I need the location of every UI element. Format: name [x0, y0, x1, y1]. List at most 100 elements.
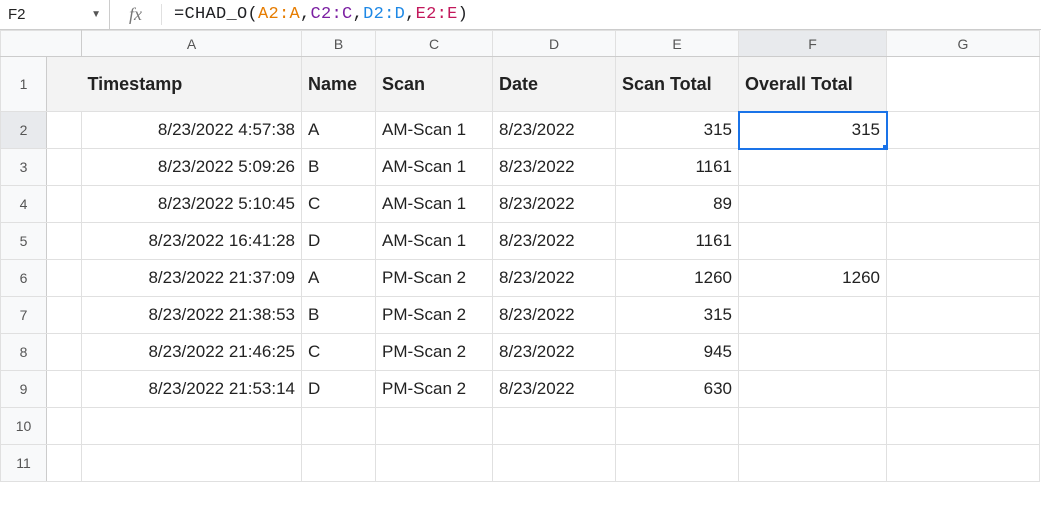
cell[interactable]: 8/23/2022 — [493, 371, 616, 408]
row-header[interactable]: 1 — [1, 57, 47, 112]
cell[interactable]: 8/23/2022 — [493, 186, 616, 223]
cell[interactable]: 8/23/2022 — [493, 223, 616, 260]
cell[interactable]: AM-Scan 1 — [376, 149, 493, 186]
cell[interactable]: 8/23/2022 21:46:25 — [82, 334, 302, 371]
cell[interactable] — [887, 112, 1040, 149]
cell[interactable] — [47, 371, 82, 408]
cell[interactable] — [376, 408, 493, 445]
cell[interactable]: PM-Scan 2 — [376, 371, 493, 408]
select-all-corner[interactable] — [1, 31, 82, 57]
cell[interactable]: 315 — [616, 112, 739, 149]
cell[interactable] — [302, 445, 376, 482]
cell[interactable] — [887, 408, 1040, 445]
cell[interactable]: 89 — [616, 186, 739, 223]
cell[interactable] — [82, 445, 302, 482]
col-header-f[interactable]: F — [739, 31, 887, 57]
row-header[interactable]: 10 — [1, 408, 47, 445]
cell[interactable] — [47, 334, 82, 371]
col-header-e[interactable]: E — [616, 31, 739, 57]
row-header[interactable]: 9 — [1, 371, 47, 408]
cell[interactable] — [739, 297, 887, 334]
cell[interactable] — [493, 445, 616, 482]
cell[interactable] — [887, 57, 1040, 112]
cell[interactable]: 8/23/2022 21:38:53 — [82, 297, 302, 334]
row-header[interactable]: 5 — [1, 223, 47, 260]
cell[interactable]: 1161 — [616, 223, 739, 260]
cell[interactable] — [302, 408, 376, 445]
cell[interactable] — [739, 149, 887, 186]
cell[interactable]: AM-Scan 1 — [376, 186, 493, 223]
cell[interactable] — [887, 334, 1040, 371]
cell[interactable] — [887, 223, 1040, 260]
cell[interactable]: 8/23/2022 — [493, 334, 616, 371]
cell[interactable]: 1260 — [616, 260, 739, 297]
row-header[interactable]: 11 — [1, 445, 47, 482]
cell[interactable]: PM-Scan 2 — [376, 334, 493, 371]
cell[interactable]: 8/23/2022 21:37:09 — [82, 260, 302, 297]
cell[interactable] — [47, 223, 82, 260]
cell[interactable]: 8/23/2022 16:41:28 — [82, 223, 302, 260]
header-overall-total[interactable]: Overall Total — [739, 57, 887, 112]
cell[interactable]: 8/23/2022 — [493, 297, 616, 334]
cell[interactable] — [739, 371, 887, 408]
cell[interactable]: 315 — [616, 297, 739, 334]
cell[interactable] — [887, 186, 1040, 223]
cell[interactable]: B — [302, 297, 376, 334]
header-date[interactable]: Date — [493, 57, 616, 112]
col-header-c[interactable]: C — [376, 31, 493, 57]
chevron-down-icon[interactable]: ▼ — [91, 9, 101, 20]
name-box[interactable]: F2 ▼ — [0, 0, 110, 29]
cell[interactable]: 8/23/2022 — [493, 149, 616, 186]
cell[interactable]: AM-Scan 1 — [376, 112, 493, 149]
cell[interactable]: C — [302, 334, 376, 371]
row-header[interactable]: 3 — [1, 149, 47, 186]
cell[interactable]: D — [302, 223, 376, 260]
cell[interactable]: D — [302, 371, 376, 408]
cell[interactable] — [887, 149, 1040, 186]
cell[interactable] — [887, 445, 1040, 482]
cell[interactable] — [47, 186, 82, 223]
row-header[interactable]: 7 — [1, 297, 47, 334]
cell[interactable] — [739, 334, 887, 371]
cell[interactable] — [887, 297, 1040, 334]
cell[interactable]: 8/23/2022 5:10:45 — [82, 186, 302, 223]
cell[interactable] — [616, 408, 739, 445]
header-name[interactable]: Name — [302, 57, 376, 112]
cell[interactable]: 945 — [616, 334, 739, 371]
cell[interactable] — [739, 445, 887, 482]
formula-input[interactable]: =CHAD_O(A2:A,C2:C,D2:D,E2:E) — [162, 5, 1041, 24]
cell[interactable]: 630 — [616, 371, 739, 408]
cell[interactable] — [376, 445, 493, 482]
col-header-b[interactable]: B — [302, 31, 376, 57]
cell[interactable] — [47, 445, 82, 482]
cell[interactable] — [616, 445, 739, 482]
cell[interactable]: PM-Scan 2 — [376, 260, 493, 297]
row-header[interactable]: 8 — [1, 334, 47, 371]
row-header[interactable]: 4 — [1, 186, 47, 223]
header-timestamp[interactable]: Timestamp — [82, 57, 302, 112]
cell[interactable] — [887, 260, 1040, 297]
cell[interactable] — [47, 112, 82, 149]
cell[interactable]: 1260 — [739, 260, 887, 297]
header-scan-total[interactable]: Scan Total — [616, 57, 739, 112]
cell[interactable] — [739, 223, 887, 260]
row-header[interactable]: 2 — [1, 112, 47, 149]
cell[interactable] — [887, 371, 1040, 408]
cell[interactable] — [82, 408, 302, 445]
cell[interactable]: 8/23/2022 — [493, 260, 616, 297]
cell[interactable] — [47, 57, 82, 112]
cell[interactable] — [47, 297, 82, 334]
row-header[interactable]: 6 — [1, 260, 47, 297]
cell[interactable]: C — [302, 186, 376, 223]
cell[interactable]: AM-Scan 1 — [376, 223, 493, 260]
col-header-g[interactable]: G — [887, 31, 1040, 57]
cell[interactable] — [47, 408, 82, 445]
col-header-d[interactable]: D — [493, 31, 616, 57]
fill-handle[interactable] — [882, 144, 887, 149]
cell[interactable] — [739, 186, 887, 223]
spreadsheet-grid[interactable]: A B C D E F G 1 Timestamp Name Scan Date… — [0, 30, 1041, 482]
cell[interactable]: B — [302, 149, 376, 186]
cell[interactable]: PM-Scan 2 — [376, 297, 493, 334]
header-scan[interactable]: Scan — [376, 57, 493, 112]
cell[interactable] — [47, 149, 82, 186]
